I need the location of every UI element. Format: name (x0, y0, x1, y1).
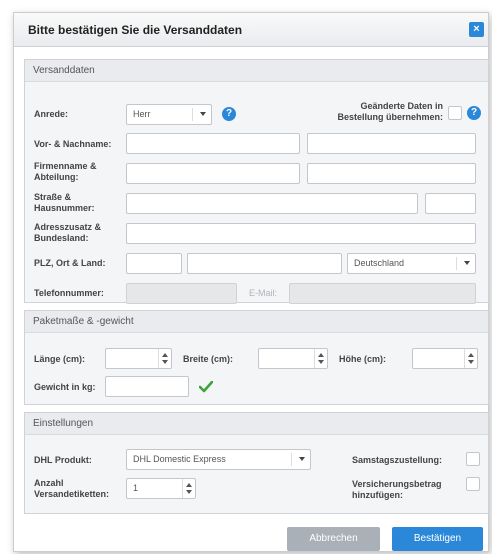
anrede-select[interactable]: Herr (126, 104, 212, 125)
versicherung-label: Versicherungsbetrag hinzufügen: (352, 479, 442, 500)
close-icon[interactable]: × (469, 22, 484, 37)
check-icon (199, 381, 213, 393)
length-spin-buttons[interactable] (158, 349, 171, 368)
einstellungen-section: Einstellungen DHL Produkt: DHL Domestic … (24, 412, 489, 514)
hoehe-label: Höhe (cm): (339, 354, 386, 364)
gewicht-label: Gewicht in kg: (34, 382, 96, 392)
confirm-button[interactable]: Bestätigen (392, 527, 483, 551)
anrede-select-divider (192, 108, 193, 121)
country-select[interactable]: Deutschland (347, 253, 476, 274)
house-number-input[interactable] (425, 193, 476, 214)
department-input[interactable] (307, 163, 476, 184)
height-spin-buttons[interactable] (464, 349, 477, 368)
dialog-titlebar: Bitte bestätigen Sie die Versanddaten × (14, 13, 488, 47)
update-order-checkbox[interactable] (448, 106, 462, 120)
chevron-down-icon (299, 457, 305, 461)
label-count-spin-buttons[interactable] (182, 479, 195, 498)
spin-down-icon (162, 360, 168, 364)
paketmasse-legend: Paketmaße & -gewicht (33, 316, 134, 327)
laenge-label: Länge (cm): (34, 354, 86, 364)
email-input[interactable] (289, 283, 476, 304)
city-input[interactable] (187, 253, 342, 274)
anzahl-label: Anzahl Versandetiketten: (34, 478, 110, 499)
product-select[interactable]: DHL Domestic Express (126, 449, 311, 470)
spin-up-icon (468, 353, 474, 357)
width-stepper[interactable] (258, 348, 328, 369)
versanddaten-header: Versanddaten (25, 60, 488, 82)
update-order-label: Geänderte Daten in Bestellung übernehmen… (337, 101, 443, 122)
paketmasse-section: Paketmaße & -gewicht Länge (cm): Breite … (24, 310, 489, 405)
breite-label: Breite (cm): (183, 354, 234, 364)
label-count-stepper[interactable]: 1 (126, 478, 196, 499)
einstellungen-legend: Einstellungen (33, 418, 94, 429)
last-name-input[interactable] (307, 133, 476, 154)
chevron-down-icon (464, 261, 470, 265)
spin-up-icon (162, 353, 168, 357)
strasse-label: Straße & Hausnummer: (34, 192, 95, 213)
shipping-dialog: Bitte bestätigen Sie die Versanddaten × … (13, 12, 489, 552)
update-order-help-icon[interactable]: ? (467, 106, 481, 120)
company-input[interactable] (126, 163, 300, 184)
insurance-checkbox[interactable] (466, 477, 480, 491)
plz-label: PLZ, Ort & Land: (34, 258, 106, 268)
name-label: Vor- & Nachname: (34, 139, 112, 149)
dialog-title: Bitte bestätigen Sie die Versanddaten (28, 23, 243, 37)
product-select-divider (291, 453, 292, 466)
spin-up-icon (186, 483, 192, 487)
samstag-label: Samstagszustellung: (352, 455, 443, 465)
street-input[interactable] (126, 193, 418, 214)
produkt-label: DHL Produkt: (34, 455, 92, 465)
telefon-label: Telefonnummer: (34, 288, 104, 298)
anrede-label: Anrede: (34, 109, 69, 119)
email-label: E-Mail: (249, 288, 278, 298)
phone-input[interactable] (126, 283, 237, 304)
paketmasse-header: Paketmaße & -gewicht (25, 311, 488, 333)
spin-down-icon (318, 360, 324, 364)
country-select-divider (456, 257, 457, 270)
chevron-down-icon (200, 112, 206, 116)
product-value: DHL Domestic Express (133, 454, 226, 464)
height-stepper[interactable] (412, 348, 478, 369)
firma-label: Firmenname & Abteilung: (34, 161, 97, 182)
einstellungen-header: Einstellungen (25, 413, 488, 435)
anrede-help-icon[interactable]: ? (222, 107, 236, 121)
spin-down-icon (468, 360, 474, 364)
anrede-value: Herr (133, 109, 151, 119)
spin-down-icon (186, 490, 192, 494)
versanddaten-legend: Versanddaten (33, 65, 95, 76)
adresszusatz-label: Adresszusatz & Bundesland: (34, 222, 102, 243)
label-count-value: 1 (133, 483, 139, 493)
spin-up-icon (318, 353, 324, 357)
cancel-button[interactable]: Abbrechen (287, 527, 380, 551)
weight-input[interactable] (105, 376, 189, 397)
saturday-delivery-checkbox[interactable] (466, 452, 480, 466)
width-spin-buttons[interactable] (314, 349, 327, 368)
zip-input[interactable] (126, 253, 182, 274)
country-value: Deutschland (354, 258, 405, 268)
versanddaten-section: Versanddaten Anrede: Herr ? Geänderte Da… (24, 59, 489, 304)
length-stepper[interactable] (105, 348, 172, 369)
first-name-input[interactable] (126, 133, 300, 154)
address-addition-input[interactable] (126, 223, 476, 244)
